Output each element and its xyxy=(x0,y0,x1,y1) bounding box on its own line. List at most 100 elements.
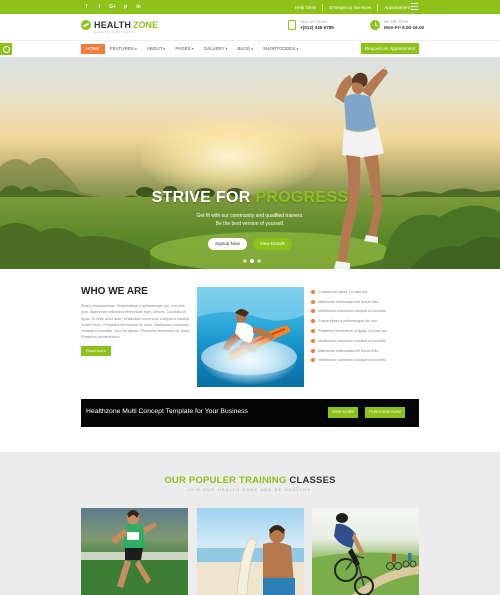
read-more-button[interactable]: Read more xyxy=(81,345,111,356)
view-more-button[interactable]: VIEW MORE xyxy=(328,407,358,418)
request-appointment-button[interactable]: Request an Appointment xyxy=(361,43,419,54)
check-icon xyxy=(311,289,315,294)
call-info: CALL US TODAY +(012) 345 6789 xyxy=(288,20,334,30)
class-card-surfing[interactable] xyxy=(197,508,304,595)
check-icon xyxy=(311,319,315,324)
menu-icon[interactable] xyxy=(411,3,418,10)
hero-slider: STRIVE FOR PROGRESS Get fit with our com… xyxy=(0,57,500,269)
checklist-item: Phasellus fermentum ut ligula. Ut nisie … xyxy=(311,326,421,336)
view-details-button[interactable]: View Details xyxy=(252,238,292,250)
top-link-help-desk[interactable]: Help Desk xyxy=(289,5,322,10)
nav-item-about[interactable]: ABOUT▾ xyxy=(142,44,171,54)
check-icon xyxy=(311,309,315,314)
runner-image xyxy=(81,510,188,595)
nav-item-shortcodes[interactable]: SHORTCODES▾ xyxy=(258,44,303,54)
hero-subtitle-line2: Be the best version of yourself. xyxy=(215,221,285,227)
nav-item-label: FEATURES xyxy=(109,46,134,51)
nav-item-label: HOME xyxy=(86,46,100,51)
training-title: OUR POPULER TRAINING CLASSES xyxy=(0,475,500,486)
feature-checklist: Curabitur et ligula. Ut nisie dui. Maecen… xyxy=(311,287,421,365)
checklist-item-text: Suspendisse a pellentesque dui non. xyxy=(318,319,379,324)
hero-subtitle-line1: Get fit with our community and qualified… xyxy=(196,213,304,219)
nav-item-label: PAGES xyxy=(175,46,191,51)
call-value: +(012) 345 6789 xyxy=(300,25,334,30)
checklist-item-text: Phasellus fermentum ut ligula. Ut nisie … xyxy=(318,329,388,334)
logo-icon xyxy=(81,20,91,30)
social-links: f t G+ p in xyxy=(82,3,143,11)
surf-splash xyxy=(202,335,297,385)
slider-dot[interactable] xyxy=(243,259,247,263)
who-we-are-text: Share voluptuousum. Suspendisse a pellen… xyxy=(81,304,191,340)
promo-banner-text: Healthzone Multi Concept Template for Yo… xyxy=(86,408,248,415)
checklist-item-text: Curabitur et ligula. Ut nisie dui. xyxy=(318,289,369,294)
signup-button[interactable]: Signup Now xyxy=(208,238,247,250)
checklist-item: Vestibulum commodo volutpat a convallis. xyxy=(311,336,421,346)
checklist-item: Suspendisse a pellentesque dui non. xyxy=(311,316,421,326)
checklist-item: Vestibulum commodo volutpat a convallis. xyxy=(311,307,421,317)
top-link-emergency-services[interactable]: Emergency Services xyxy=(323,5,377,10)
nav-item-features[interactable]: FEATURES▾ xyxy=(105,44,142,54)
chevron-down-icon: ▾ xyxy=(296,47,299,51)
surfer-boy-image xyxy=(197,525,304,595)
checklist-item-text: Vestibulum commodo volutpat a convallis. xyxy=(318,309,387,314)
class-card-running[interactable] xyxy=(81,508,188,595)
facebook-icon[interactable]: f xyxy=(82,3,91,11)
promo-banner: Healthzone Multi Concept Template for Yo… xyxy=(81,399,419,427)
twitter-icon[interactable]: t xyxy=(95,3,104,11)
google-plus-icon[interactable]: G+ xyxy=(108,3,117,11)
call-label: CALL US TODAY xyxy=(300,20,328,24)
purchase-now-button[interactable]: PURCHASE NOW xyxy=(365,407,405,418)
check-icon xyxy=(311,329,315,334)
slider-dot[interactable] xyxy=(250,259,254,263)
slider-dot[interactable] xyxy=(257,259,261,263)
nav-item-label: ABOUT xyxy=(146,46,163,51)
logo-text-part1: HEALTH xyxy=(94,20,132,30)
hours-info: WE ARE OPEN Mon-Fri 8.00-16.00 xyxy=(370,20,424,30)
training-title-part1: OUR POPULER TRAINING xyxy=(164,475,287,486)
cyclist-image xyxy=(312,513,419,595)
chevron-down-icon: ▾ xyxy=(134,47,137,51)
checklist-item: Vestibulum commodo volutpat a convallis. xyxy=(311,356,421,366)
hero-headline: STRIVE FOR PROGRESS xyxy=(0,189,500,207)
nav-item-blog[interactable]: BLOG▾ xyxy=(232,44,258,54)
pinterest-icon[interactable]: p xyxy=(121,3,130,11)
top-links: Help Desk Emergency Services Appointment xyxy=(289,0,416,14)
chevron-down-icon: ▾ xyxy=(191,47,194,51)
nav-item-label: GALLERY xyxy=(203,46,225,51)
phone-icon xyxy=(288,20,296,30)
checklist-item-text: Maecenas malesuada elit lectus felis. xyxy=(318,299,380,304)
who-we-are-title: WHO WE ARE xyxy=(81,286,148,297)
nav-item-gallery[interactable]: GALLERY▾ xyxy=(199,44,233,54)
logo[interactable]: HEALTH ZONE HEALTH & FITNESS xyxy=(81,20,158,34)
nav-item-pages[interactable]: PAGES▾ xyxy=(170,44,198,54)
hours-label: WE ARE OPEN xyxy=(384,20,409,24)
linkedin-icon[interactable]: in xyxy=(134,3,143,11)
hero-buttons: Signup Now View Details xyxy=(0,238,500,250)
class-card-cycling[interactable] xyxy=(312,508,419,595)
hero-headline-part1: STRIVE FOR xyxy=(151,189,251,206)
nav-item-label: BLOG xyxy=(237,46,251,51)
nav-items: HOME FEATURES▾ ABOUT▾ PAGES▾ GALLERY▾ BLOG▾ SH… xyxy=(81,44,303,54)
nav-item-home[interactable]: HOME xyxy=(81,44,105,54)
checklist-item: Maecenas malesuada elit lectus felis. xyxy=(311,297,421,307)
checklist-item-text: Vestibulum commodo volutpat a convallis. xyxy=(318,338,387,343)
check-icon xyxy=(311,338,315,343)
site-header: HEALTH ZONE HEALTH & FITNESS CALL US TOD… xyxy=(0,14,500,40)
checklist-item: Curabitur et ligula. Ut nisie dui. xyxy=(311,287,421,297)
logo-tagline: HEALTH & FITNESS xyxy=(94,30,135,34)
surfer-image xyxy=(197,287,304,387)
slider-dots xyxy=(243,259,261,263)
settings-tab-icon[interactable] xyxy=(0,43,12,55)
clock-icon xyxy=(370,20,380,30)
chevron-down-icon: ▾ xyxy=(225,47,228,51)
training-tagline: JOIN OUR HEALTH ZONE AND BE HEALTHY. xyxy=(186,488,314,492)
top-bar: f t G+ p in Help Desk Emergency Services Appoi… xyxy=(0,0,500,14)
hero-headline-part2: PROGRESS xyxy=(255,189,349,206)
chevron-down-icon: ▾ xyxy=(163,47,166,51)
main-nav: HOME FEATURES▾ ABOUT▾ PAGES▾ GALLERY▾ BLOG▾ SH… xyxy=(0,40,500,57)
check-icon xyxy=(311,299,315,304)
check-icon xyxy=(311,358,315,363)
chevron-down-icon: ▾ xyxy=(251,47,253,51)
checklist-item-text: Vestibulum commodo volutpat a convallis. xyxy=(318,358,387,363)
hours-value: Mon-Fri 8.00-16.00 xyxy=(384,25,425,30)
